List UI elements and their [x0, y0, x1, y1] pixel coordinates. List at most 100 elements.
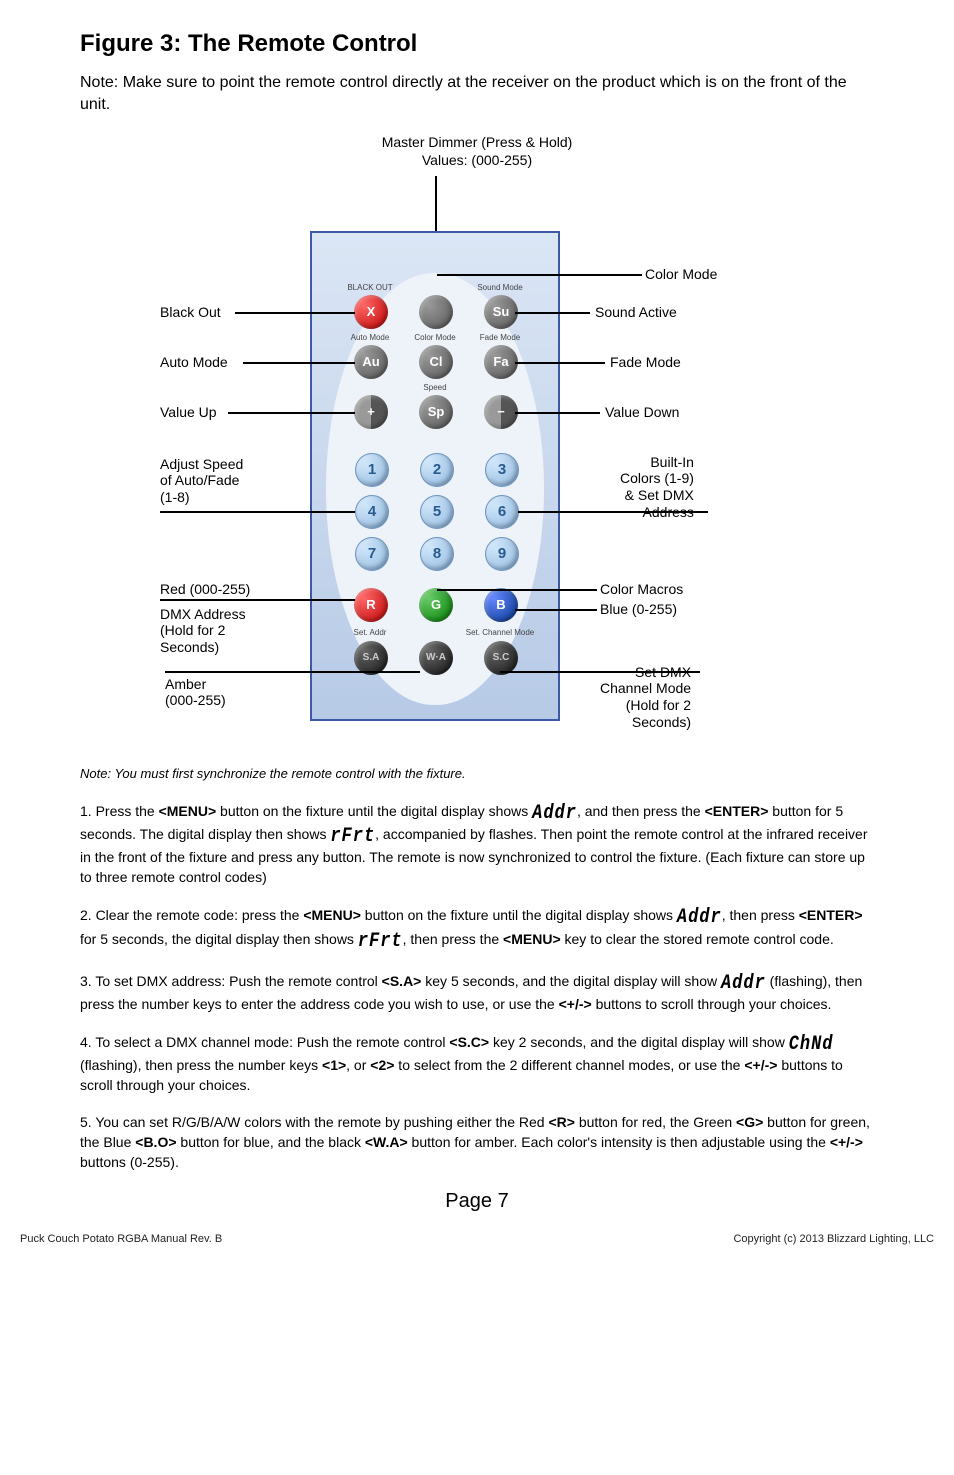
leader-line — [160, 599, 355, 601]
set-addr-button[interactable]: S.A — [354, 641, 388, 675]
label-blue: Blue (0-255) — [600, 601, 677, 618]
seg-display: Addr — [532, 799, 577, 828]
btn-label: G — [431, 597, 441, 612]
seg-display: ChNd — [789, 1031, 834, 1060]
red-button[interactable]: R — [354, 588, 388, 622]
btn-label: B — [496, 597, 505, 612]
text: key 2 seconds, and the digital display w… — [489, 1034, 789, 1050]
fade-mode-button[interactable]: Fa — [484, 345, 518, 379]
diagram-top-caption: Master Dimmer (Press & Hold) Values: (00… — [80, 133, 874, 169]
tiny-label-soundmode: Sound Mode — [470, 283, 530, 292]
label-line: Seconds) — [632, 714, 691, 730]
text: , or — [346, 1057, 370, 1073]
value-up-button[interactable]: + — [354, 395, 388, 429]
label-line: Amber — [165, 676, 206, 692]
num-7-button[interactable]: 7 — [355, 537, 389, 571]
label-line: (Hold for 2 — [626, 697, 691, 713]
label-auto-mode: Auto Mode — [160, 354, 228, 371]
num-2-button[interactable]: 2 — [420, 453, 454, 487]
amber-button[interactable]: W·A — [419, 641, 453, 675]
label-line: (Hold for 2 — [160, 622, 225, 638]
btn-label: 2 — [433, 461, 441, 478]
sync-note: Note: You must first synchronize the rem… — [80, 766, 874, 781]
bold-text: <2> — [370, 1057, 394, 1073]
label-amber: Amber (000-255) — [165, 676, 226, 710]
btn-label: Su — [493, 304, 510, 319]
label-black-out: Black Out — [160, 304, 221, 321]
num-5-button[interactable]: 5 — [420, 495, 454, 529]
blackout-button[interactable]: X — [354, 295, 388, 329]
btn-label: W·A — [426, 652, 446, 663]
color-mode-button[interactable]: Cl — [419, 345, 453, 379]
num-3-button[interactable]: 3 — [485, 453, 519, 487]
btn-label: 6 — [498, 503, 506, 520]
btn-label: Cl — [430, 354, 443, 369]
tiny-label-fademode: Fade Mode — [470, 333, 530, 342]
num-4-button[interactable]: 4 — [355, 495, 389, 529]
master-dimmer-button[interactable] — [419, 295, 453, 329]
remote-diagram: BLACK OUT Sound Mode X Su Auto Mode Colo… — [80, 176, 874, 746]
footer-right: Copyright (c) 2013 Blizzard Lighting, LL… — [733, 1233, 934, 1245]
btn-label: S.C — [493, 652, 510, 663]
leader-line — [435, 176, 437, 231]
label-line: Built-In — [650, 454, 694, 470]
footer-left: Puck Couch Potato RGBA Manual Rev. B — [20, 1233, 222, 1245]
label-line: (1-8) — [160, 489, 190, 505]
label-line: Adjust Speed — [160, 456, 243, 472]
bold-text: <G> — [736, 1114, 763, 1130]
tiny-label-setch: Set. Channel Mode — [460, 628, 540, 637]
label-red: Red (000-255) — [160, 581, 250, 598]
speed-button[interactable]: Sp — [419, 395, 453, 429]
num-9-button[interactable]: 9 — [485, 537, 519, 571]
text: 4. To select a DMX channel mode: Push th… — [80, 1034, 449, 1050]
label-fade-mode: Fade Mode — [610, 354, 681, 371]
leader-line — [500, 671, 700, 673]
bold-text: <ENTER> — [799, 907, 863, 923]
page-footer: Puck Couch Potato RGBA Manual Rev. B Cop… — [0, 1233, 954, 1255]
label-dmx-address: DMX Address (Hold for 2 Seconds) — [160, 606, 246, 656]
label-color-mode: Color Mode — [645, 266, 717, 283]
num-8-button[interactable]: 8 — [420, 537, 454, 571]
tiny-label-speed: Speed — [405, 383, 465, 392]
set-channel-button[interactable]: S.C — [484, 641, 518, 675]
label-value-up: Value Up — [160, 404, 217, 421]
bold-text: <ENTER> — [705, 803, 769, 819]
bold-text: <1> — [322, 1057, 346, 1073]
green-button[interactable]: G — [419, 588, 453, 622]
btn-label: − — [497, 404, 505, 419]
tiny-label-colormode: Color Mode — [405, 333, 465, 342]
step-2: 2. Clear the remote code: press the <MEN… — [80, 905, 874, 953]
bold-text: <S.C> — [449, 1034, 489, 1050]
text: 3. To set DMX address: Push the remote c… — [80, 973, 382, 989]
text: , then press — [722, 907, 799, 923]
bold-text: <MENU> — [159, 803, 217, 819]
text: button on the fixture until the digital … — [216, 803, 532, 819]
blue-button[interactable]: B — [484, 588, 518, 622]
bold-text: <MENU> — [503, 931, 561, 947]
step-4: 4. To select a DMX channel mode: Push th… — [80, 1032, 874, 1095]
label-sound-active: Sound Active — [595, 304, 677, 321]
text: , and then press the — [577, 803, 705, 819]
tiny-label-setaddr: Set. Addr — [340, 628, 400, 637]
btn-label: + — [367, 404, 375, 419]
text: for 5 seconds, the digital display then … — [80, 931, 358, 947]
text: 2. Clear the remote code: press the — [80, 907, 303, 923]
seg-display: rFrt — [358, 928, 403, 957]
auto-mode-button[interactable]: Au — [354, 345, 388, 379]
label-adjust-speed: Adjust Speed of Auto/Fade (1-8) — [160, 456, 243, 506]
seg-display: Addr — [677, 904, 722, 933]
value-down-button[interactable]: − — [484, 395, 518, 429]
sound-active-button[interactable]: Su — [484, 295, 518, 329]
btn-label: 7 — [368, 545, 376, 562]
leader-line — [437, 589, 597, 591]
step-3: 3. To set DMX address: Push the remote c… — [80, 971, 874, 1014]
btn-label: 1 — [368, 461, 376, 478]
btn-label: Fa — [493, 354, 508, 369]
num-6-button[interactable]: 6 — [485, 495, 519, 529]
leader-line — [515, 609, 597, 611]
page-title: Figure 3: The Remote Control — [80, 30, 874, 58]
num-1-button[interactable]: 1 — [355, 453, 389, 487]
bold-text: <R> — [548, 1114, 574, 1130]
bold-text: <+/-> — [744, 1057, 777, 1073]
btn-label: Sp — [428, 404, 445, 419]
